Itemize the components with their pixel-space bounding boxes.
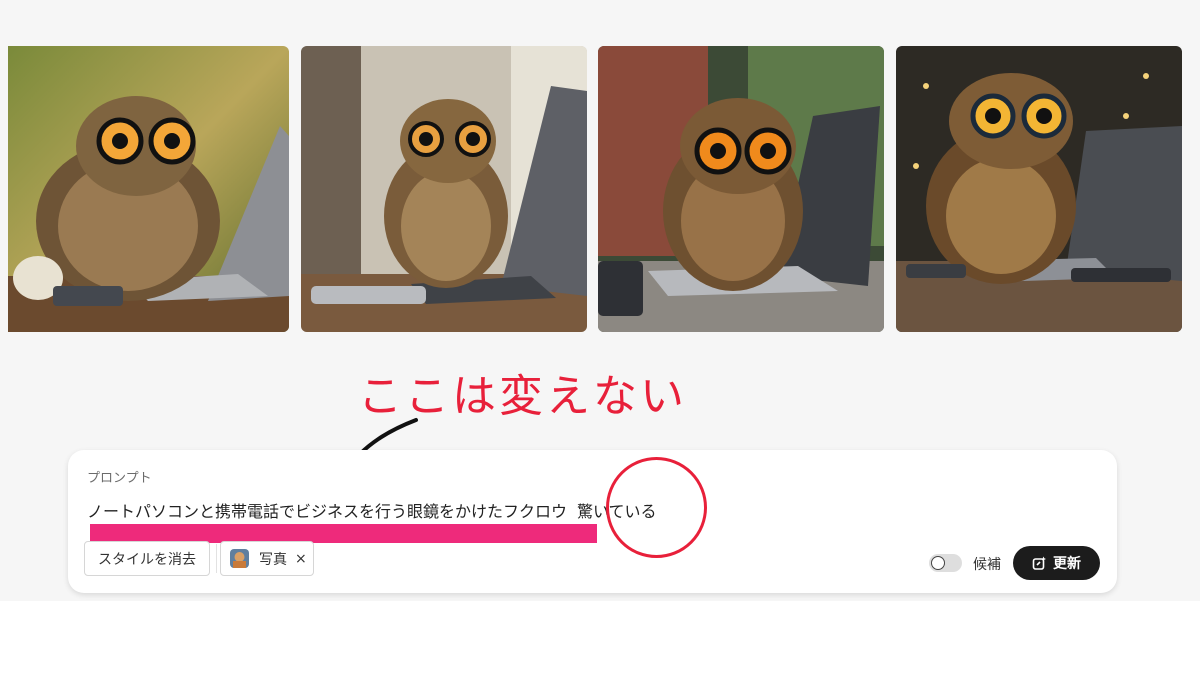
update-label: 更新 — [1053, 556, 1081, 572]
prompt-label: プロンプト — [87, 471, 152, 486]
prompt-card: プロンプト ノートパソコンと携帯電話でビジネスを行う眼鏡をかけたフクロウ 驚いてい… — [68, 450, 1117, 593]
result-image-1[interactable] — [8, 46, 289, 332]
prompt-text-main: ノートパソコンと携帯電話でビジネスを行う眼鏡をかけたフクロウ — [87, 502, 568, 521]
result-image-4[interactable] — [896, 46, 1182, 332]
update-icon — [1032, 556, 1046, 570]
clear-style-button[interactable]: スタイルを消去 — [84, 541, 210, 576]
update-button[interactable]: 更新 — [1013, 546, 1100, 580]
circle-annotation — [606, 457, 707, 558]
prompt-input[interactable]: ノートパソコンと携帯電話でビジネスを行う眼鏡をかけたフクロウ 驚いている — [87, 498, 657, 522]
style-chip-photo[interactable]: 写真 × — [220, 541, 314, 576]
suggestions-label: 候補 — [973, 557, 1001, 573]
result-image-2[interactable] — [301, 46, 587, 332]
toggle-knob — [931, 556, 945, 570]
image-results-area: ここは変えない プロンプト ノートパソコンと携帯電話でビジネスを行う眼鏡をかけた… — [0, 0, 1200, 601]
photo-style-thumbnail-icon — [230, 549, 249, 568]
divider — [216, 544, 217, 573]
owl-image-2 — [301, 46, 587, 332]
style-chip-label: 写真 — [259, 551, 287, 568]
owl-image-1 — [8, 46, 289, 332]
remove-style-icon[interactable]: × — [295, 551, 307, 567]
suggestions-toggle[interactable] — [929, 554, 962, 572]
result-image-3[interactable] — [598, 46, 884, 332]
owl-image-4 — [896, 46, 1182, 332]
owl-image-3 — [598, 46, 884, 332]
